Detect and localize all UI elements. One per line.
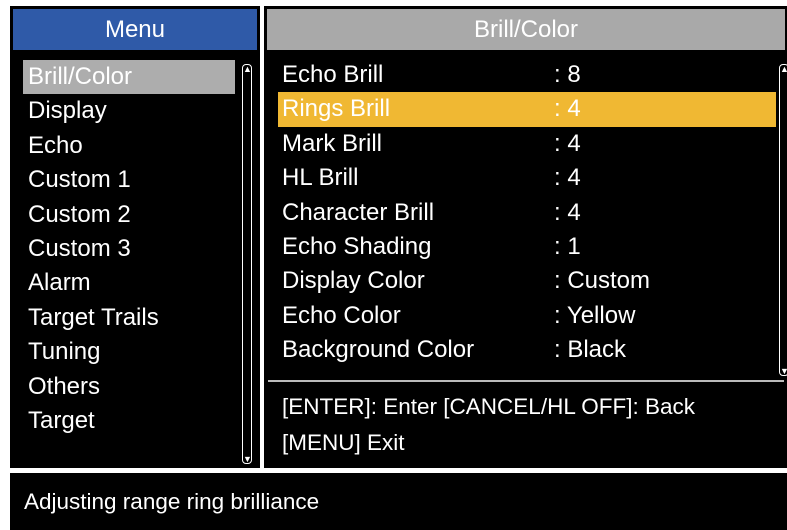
setting-row-display-color[interactable]: Display Color : Custom [278,264,778,298]
setting-row-hl-brill[interactable]: HL Brill : 4 [278,161,778,195]
menu-item-custom-1[interactable]: Custom 1 [23,163,235,197]
setting-label: Character Brill [282,198,435,226]
menu-item-brill-color[interactable]: Brill/Color [23,60,235,95]
setting-value: : 4 [554,198,581,226]
settings-panel: Brill/Color Echo Brill : 8 Rings Brill :… [264,6,787,468]
setting-row-background-color[interactable]: Background Color : Black [278,333,778,367]
scroll-down-arrow-icon[interactable]: ▼ [780,366,787,376]
scroll-up-arrow-icon[interactable]: ▲ [780,64,787,74]
settings-scrollbar[interactable]: ▲ ▼ [779,64,787,376]
key-hint-menu-exit: [MENU] Exit [282,430,405,455]
menu-item-others[interactable]: Others [23,370,235,404]
status-bar: Adjusting range ring brilliance [10,473,787,530]
setting-row-mark-brill[interactable]: Mark Brill : 4 [278,127,778,161]
setting-label: Display Color [282,267,425,295]
setting-row-character-brill[interactable]: Character Brill : 4 [278,196,778,230]
setting-value: : 1 [554,232,581,260]
setting-value: : Black [554,336,627,364]
menu-scrollbar[interactable]: ▲ ▼ [242,64,252,464]
setting-row-echo-brill[interactable]: Echo Brill : 8 [278,58,778,92]
setting-row-echo-color[interactable]: Echo Color : Yellow [278,299,778,333]
setting-value: : 4 [554,164,581,192]
menu-item-target[interactable]: Target [23,404,235,438]
menu-title: Menu [13,9,257,50]
menu-list: Brill/Color Display Echo Custom 1 Custom… [23,60,235,438]
setting-label: Rings Brill [282,95,391,123]
menu-item-custom-3[interactable]: Custom 3 [23,232,235,266]
setting-label: Echo Brill [282,61,384,88]
setting-value: : Yellow [554,301,636,329]
menu-item-tuning[interactable]: Tuning [23,335,235,369]
divider [268,380,784,382]
scroll-down-arrow-icon[interactable]: ▼ [243,454,252,464]
menu-item-target-trails[interactable]: Target Trails [23,301,235,335]
key-hint-enter-cancel: [ENTER]: Enter [CANCEL/HL OFF]: Back [282,394,696,419]
setting-value: : 8 [554,61,581,88]
menu-item-display[interactable]: Display [23,94,235,128]
settings-title: Brill/Color [267,9,785,50]
setting-label: Echo Shading [282,232,432,260]
menu-item-alarm[interactable]: Alarm [23,266,235,300]
menu-item-echo[interactable]: Echo [23,129,235,163]
setting-value: : Custom [554,267,651,295]
setting-row-echo-shading[interactable]: Echo Shading : 1 [278,230,778,264]
setting-label: HL Brill [282,164,359,192]
setting-row-rings-brill[interactable]: Rings Brill : 4 [278,92,776,127]
status-text: Adjusting range ring brilliance [24,489,320,514]
settings-list: Echo Brill : 8 Rings Brill : 4 Mark Bril… [278,58,778,368]
scroll-up-arrow-icon[interactable]: ▲ [243,64,252,74]
setting-value: : 4 [554,129,581,157]
setting-label: Background Color [282,336,475,364]
setting-label: Mark Brill [282,129,382,157]
setting-label: Echo Color [282,301,401,329]
setting-value: : 4 [554,95,581,123]
menu-panel: Menu Brill/Color Display Echo Custom 1 C… [10,6,260,468]
menu-item-custom-2[interactable]: Custom 2 [23,198,235,232]
